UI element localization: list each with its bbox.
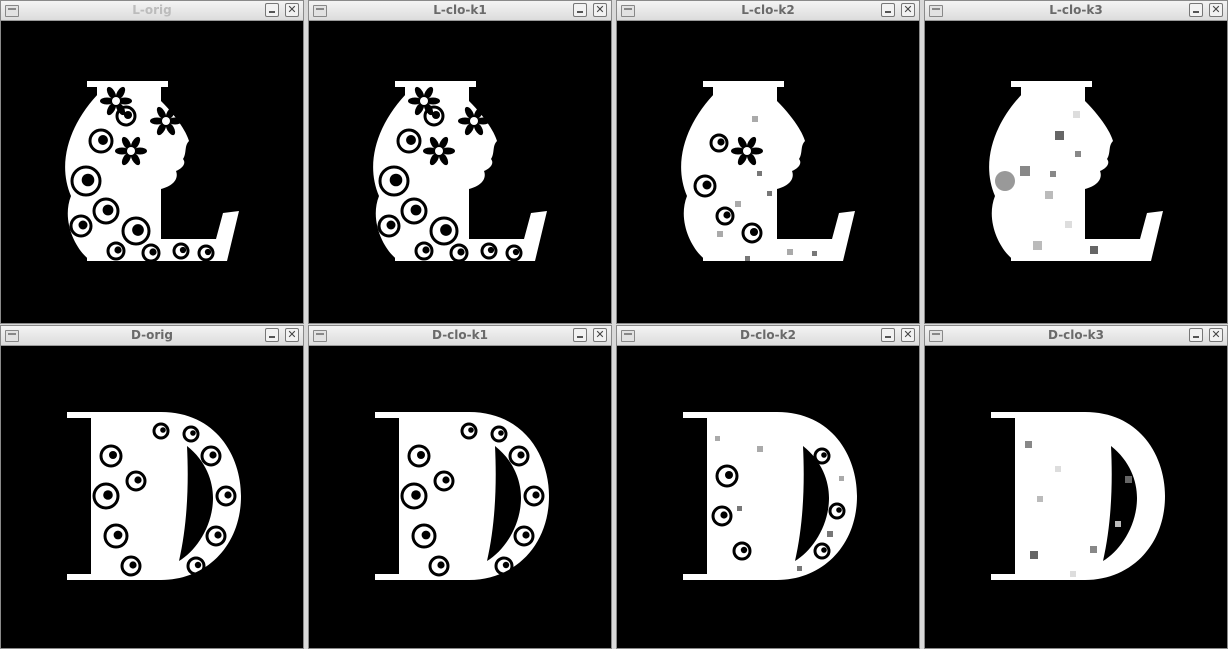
window-l-clo-k3[interactable]: L-clo-k3 ✕ [924, 0, 1228, 324]
window-titlebar[interactable]: D-clo-k1 ✕ [309, 326, 611, 346]
minimize-icon[interactable] [1189, 328, 1203, 342]
minimize-icon[interactable] [265, 328, 279, 342]
image-canvas [309, 346, 611, 648]
letter-d-closing-k2-image [683, 412, 857, 580]
image-canvas [309, 21, 611, 323]
close-icon[interactable]: ✕ [901, 328, 915, 342]
window-title: L-clo-k1 [433, 3, 487, 17]
image-canvas [925, 346, 1227, 648]
minimize-icon[interactable] [1189, 3, 1203, 17]
window-d-clo-k2[interactable]: D-clo-k2 ✕ [616, 325, 920, 649]
window-titlebar[interactable]: L-clo-k1 ✕ [309, 1, 611, 21]
close-icon[interactable]: ✕ [285, 3, 299, 17]
close-icon[interactable]: ✕ [901, 3, 915, 17]
window-titlebar[interactable]: L-clo-k2 ✕ [617, 1, 919, 21]
window-l-orig[interactable]: L-orig ✕ [0, 0, 304, 324]
close-icon[interactable]: ✕ [593, 3, 607, 17]
letter-d-closing-k1-image [375, 412, 549, 580]
window-title: D-clo-k1 [432, 328, 488, 342]
window-titlebar[interactable]: D-orig ✕ [1, 326, 303, 346]
window-d-clo-k1[interactable]: D-clo-k1 ✕ [308, 325, 612, 649]
minimize-icon[interactable] [881, 3, 895, 17]
image-canvas [617, 346, 919, 648]
minimize-icon[interactable] [573, 328, 587, 342]
close-icon[interactable]: ✕ [593, 328, 607, 342]
window-titlebar[interactable]: D-clo-k3 ✕ [925, 326, 1227, 346]
close-icon[interactable]: ✕ [285, 328, 299, 342]
window-d-orig[interactable]: D-orig ✕ [0, 325, 304, 649]
minimize-icon[interactable] [881, 328, 895, 342]
minimize-icon[interactable] [265, 3, 279, 17]
close-icon[interactable]: ✕ [1209, 3, 1223, 17]
window-title: D-clo-k3 [1048, 328, 1104, 342]
letter-d-closing-k3-image [991, 412, 1165, 580]
image-canvas [617, 21, 919, 323]
letter-l-closing-k1-image [373, 81, 547, 263]
window-d-clo-k3[interactable]: D-clo-k3 ✕ [924, 325, 1228, 649]
image-canvas [1, 21, 303, 323]
window-l-clo-k1[interactable]: L-clo-k1 ✕ [308, 0, 612, 324]
window-title: L-orig [132, 3, 172, 17]
window-titlebar[interactable]: L-orig ✕ [1, 1, 303, 21]
image-canvas [925, 21, 1227, 323]
window-l-clo-k2[interactable]: L-clo-k2 ✕ [616, 0, 920, 324]
window-titlebar[interactable]: D-clo-k2 ✕ [617, 326, 919, 346]
letter-l-closing-k2-image [681, 81, 855, 261]
letter-l-closing-k3-image [989, 81, 1163, 261]
window-title: L-clo-k3 [1049, 3, 1103, 17]
window-title: D-orig [130, 328, 174, 342]
window-titlebar[interactable]: L-clo-k3 ✕ [925, 1, 1227, 21]
window-title: D-clo-k2 [740, 328, 796, 342]
image-canvas [1, 346, 303, 648]
close-icon[interactable]: ✕ [1209, 328, 1223, 342]
letter-d-original-image [67, 412, 241, 580]
minimize-icon[interactable] [573, 3, 587, 17]
window-title: L-clo-k2 [741, 3, 795, 17]
letter-l-original-image [65, 81, 239, 263]
